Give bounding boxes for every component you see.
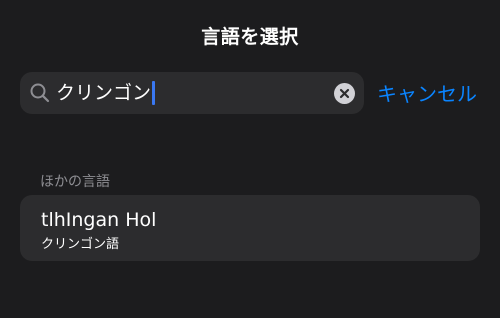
search-field[interactable]: クリンゴン (20, 72, 364, 114)
section-header: ほかの言語 (40, 174, 110, 190)
page-title: 言語を選択 (201, 26, 299, 48)
list-item-language[interactable]: tlhIngan Hol クリンゴン語 (20, 195, 480, 261)
search-query-text: クリンゴン (56, 82, 152, 104)
language-localized-name: クリンゴン語 (41, 237, 120, 252)
search-input[interactable]: クリンゴン (56, 81, 156, 105)
clear-search-button[interactable] (334, 83, 355, 104)
search-icon (29, 82, 51, 104)
language-picker-screen: 言語を選択 クリンゴン キャンセル ほかの言語 tlhIngan Hol クリン… (0, 0, 500, 318)
text-caret (152, 81, 156, 105)
clear-icon (339, 88, 350, 99)
language-native-name: tlhIngan Hol (41, 209, 157, 231)
cancel-button[interactable]: キャンセル (377, 78, 477, 107)
